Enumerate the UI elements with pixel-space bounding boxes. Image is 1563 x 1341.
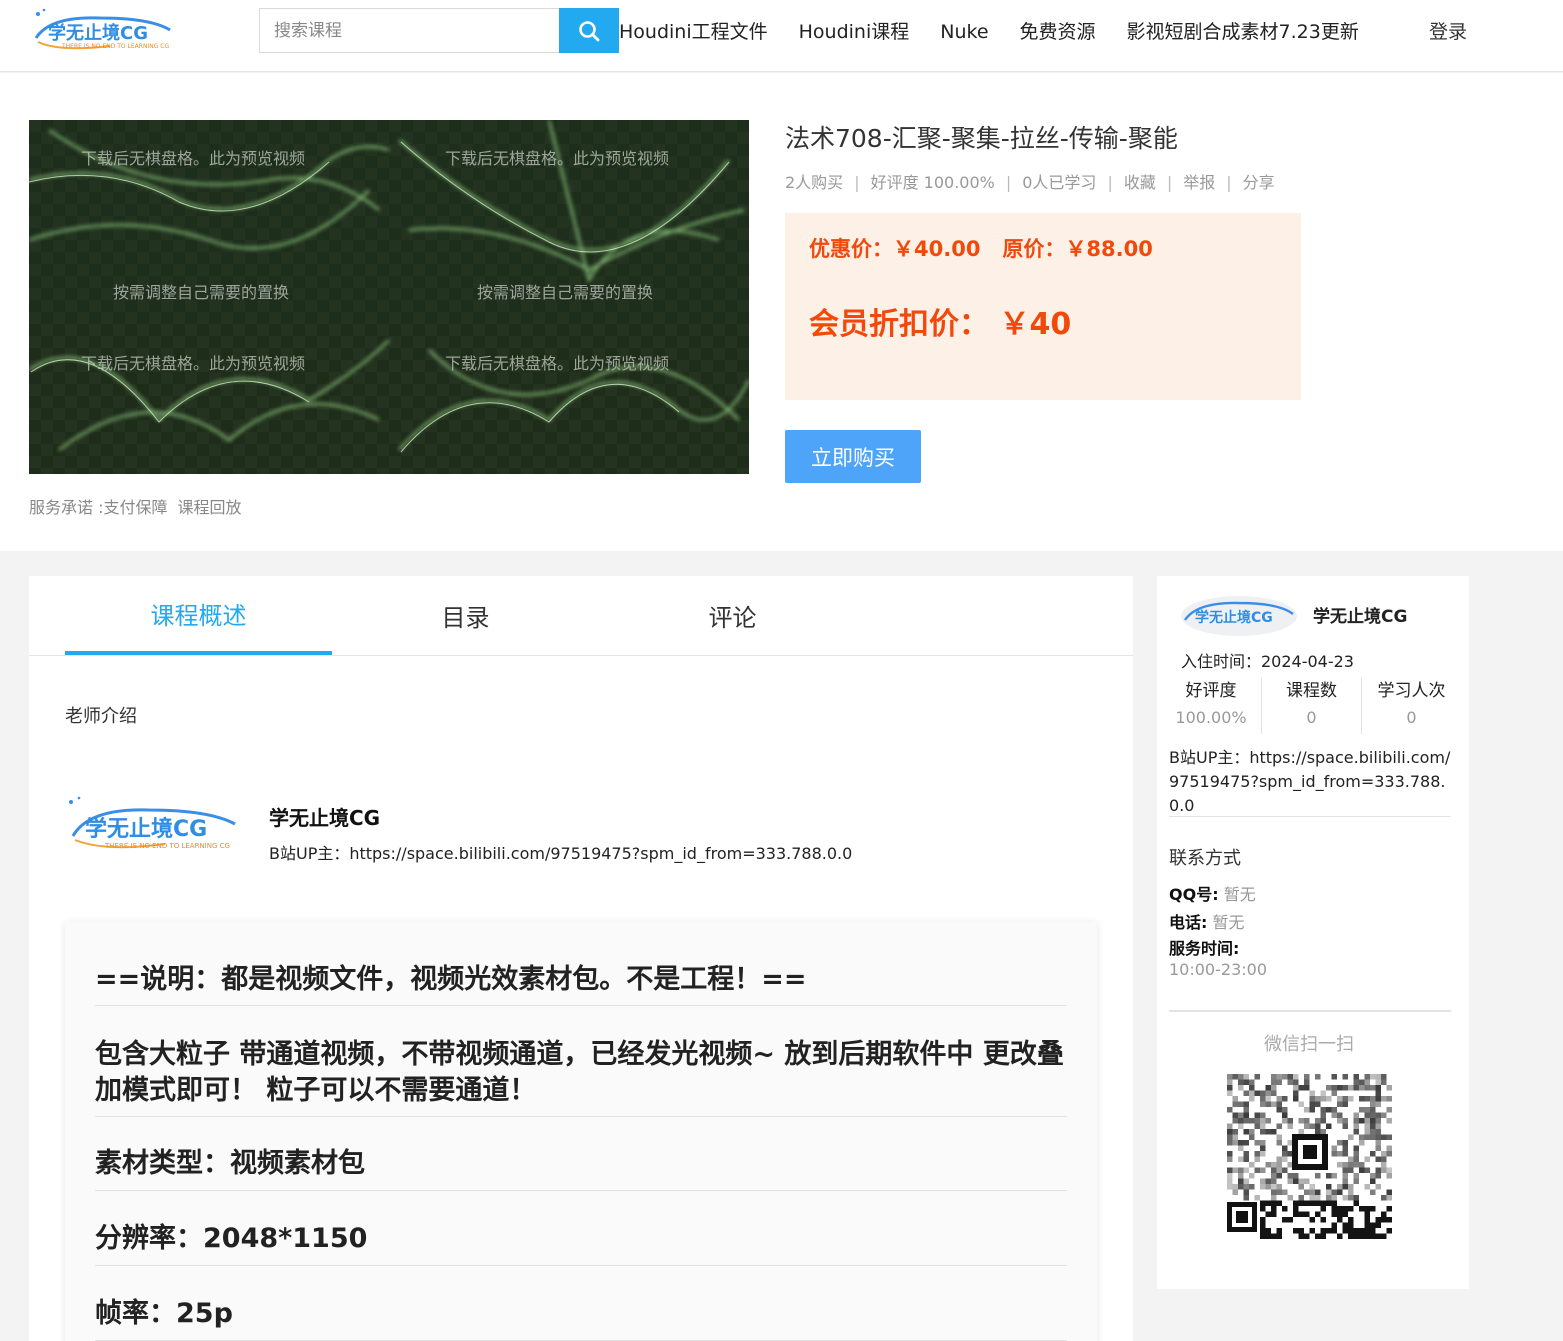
service-promise: 服务承诺 :支付保障 课程回放 bbox=[29, 494, 252, 518]
search-input[interactable] bbox=[259, 8, 559, 53]
course-summary: 下载后无棋盘格。此为预览视频 下载后无棋盘格。此为预览视频 下载后无棋盘格。此为… bbox=[0, 73, 1563, 551]
desc-divider bbox=[95, 1005, 1067, 1006]
course-title: 法术708-汇聚-聚集-拉丝-传输-聚能 bbox=[785, 124, 1178, 153]
phone-value: 暂无 bbox=[1212, 913, 1245, 932]
desc-line-2: 包含大粒子 带通道视频，不带视频通道，已经发光视频~ 放到后期软件中 更改叠加模… bbox=[95, 1039, 1064, 1106]
favorite-link[interactable]: 收藏 bbox=[1124, 173, 1156, 192]
stat-course-count: 课程数 0 bbox=[1261, 678, 1361, 734]
teacher-logo-text: 学无止境CG bbox=[85, 816, 207, 842]
stat-value: 0 bbox=[1306, 708, 1317, 727]
desc-divider bbox=[95, 1265, 1067, 1266]
sidebar-teacher-desc: B站UP主：https://space.bilibili.com/9751947… bbox=[1169, 748, 1451, 815]
stat-label: 学习人次 bbox=[1377, 681, 1446, 701]
stat-value: 0 bbox=[1406, 708, 1417, 727]
teacher-avatar: 学无止境CG THERE IS NO END TO LEARNING CG bbox=[65, 796, 245, 856]
stat-value: 100.00% bbox=[1175, 708, 1247, 727]
desc-line-3: 素材类型：视频素材包 bbox=[95, 1148, 365, 1179]
member-price: 会员折扣价： ￥40 bbox=[809, 307, 1072, 342]
contact-phone: 电话: 暂无 bbox=[1169, 909, 1245, 933]
course-meta: 2人购买 | 好评度 100.00% | 0人已学习 | 收藏 | 举报 | 分享 bbox=[785, 173, 1275, 192]
preview-watermark-4: 下载后无棋盘格。此为预览视频 bbox=[445, 354, 669, 373]
preview-watermark-3: 下载后无棋盘格。此为预览视频 bbox=[81, 354, 305, 373]
teacher-logo-sub: THERE IS NO END TO LEARNING CG bbox=[104, 842, 230, 850]
service-value: 10:00-23:00 bbox=[1169, 960, 1267, 979]
teacher-section-label: 老师介绍 bbox=[65, 706, 137, 727]
stat-rating: 好评度 100.00% bbox=[1161, 678, 1261, 734]
nav-free-resources[interactable]: 免费资源 bbox=[1020, 18, 1096, 46]
price-box: 优惠价：￥40.00 原价：￥88.00 会员折扣价： ￥40 bbox=[785, 213, 1301, 400]
contact-service: 服务时间: bbox=[1169, 935, 1239, 959]
main-nav: Houdini工程文件 Houdini课程 Nuke 免费资源 影视短剧合成素材… bbox=[619, 18, 1390, 46]
preview-graphic: 下载后无棋盘格。此为预览视频 下载后无棋盘格。此为预览视频 下载后无棋盘格。此为… bbox=[29, 120, 749, 474]
tab-overview[interactable]: 课程概述 bbox=[65, 576, 332, 655]
stat-learners: 学习人次 0 bbox=[1361, 678, 1461, 734]
qq-label: QQ号: bbox=[1169, 885, 1219, 904]
qq-value: 暂无 bbox=[1223, 885, 1256, 904]
contact-title: 联系方式 bbox=[1169, 848, 1241, 869]
sidebar-logo-text: 学无止境CG bbox=[1195, 609, 1273, 626]
wechat-label: 微信扫一扫 bbox=[1264, 1034, 1354, 1055]
learners-count: 0人已学习 bbox=[1022, 173, 1097, 192]
preview-watermark-2: 下载后无棋盘格。此为预览视频 bbox=[445, 149, 669, 168]
course-detail-panel: 课程概述 目录 评论 老师介绍 学无止境CG THERE IS NO END T… bbox=[29, 576, 1133, 1341]
nav-houdini-files[interactable]: Houdini工程文件 bbox=[619, 18, 768, 46]
nav-houdini-courses[interactable]: Houdini课程 bbox=[799, 18, 910, 46]
desc-divider bbox=[95, 1116, 1067, 1117]
login-link[interactable]: 登录 bbox=[1429, 18, 1467, 46]
detail-tabs: 课程概述 目录 评论 bbox=[29, 576, 1133, 656]
sale-price: 优惠价：￥40.00 bbox=[809, 237, 981, 261]
course-preview-image[interactable]: 下载后无棋盘格。此为预览视频 下载后无棋盘格。此为预览视频 下载后无棋盘格。此为… bbox=[29, 120, 749, 474]
promise-label: 服务承诺 :支付保障 bbox=[29, 498, 168, 517]
phone-label: 电话: bbox=[1169, 913, 1208, 932]
teacher-desc: B站UP主：https://space.bilibili.com/9751947… bbox=[269, 844, 853, 863]
logo-sub: THERE IS NO END TO LEARNING CG bbox=[61, 43, 169, 50]
contact-qq: QQ号: 暂无 bbox=[1169, 881, 1256, 905]
sidebar-logo-graphic: 学无止境CG bbox=[1181, 596, 1297, 636]
report-link[interactable]: 举报 bbox=[1183, 173, 1215, 192]
sidebar-divider bbox=[1169, 816, 1451, 817]
site-header: 学无止境CG THERE IS NO END TO LEARNING CG Ho… bbox=[0, 0, 1563, 72]
original-price: 原价：￥88.00 bbox=[1002, 237, 1153, 261]
service-label: 服务时间: bbox=[1169, 939, 1240, 958]
nav-nuke[interactable]: Nuke bbox=[940, 18, 988, 46]
logo-text: 学无止境CG bbox=[48, 22, 148, 44]
preview-watermark-1: 下载后无棋盘格。此为预览视频 bbox=[81, 149, 305, 168]
preview-caption-2: 按需调整自己需要的置换 bbox=[477, 283, 653, 302]
rating: 好评度 100.00% bbox=[870, 173, 995, 192]
price-line: 优惠价：￥40.00 原价：￥88.00 bbox=[809, 233, 1153, 263]
logo-graphic: 学无止境CG THERE IS NO END TO LEARNING CG bbox=[34, 8, 171, 50]
qr-code-graphic bbox=[1227, 1074, 1392, 1239]
teacher-logo-graphic: 学无止境CG THERE IS NO END TO LEARNING CG bbox=[69, 796, 236, 850]
description-card: ==说明：都是视频文件，视频光效素材包。不是工程！== 包含大粒子 带通道视频，… bbox=[65, 922, 1097, 1341]
desc-line-1: ==说明：都是视频文件，视频光效素材包。不是工程！== bbox=[95, 964, 807, 995]
buy-now-button[interactable]: 立即购买 bbox=[785, 430, 921, 483]
sidebar-teacher-name: 学无止境CG bbox=[1313, 607, 1408, 627]
nav-vfx-materials[interactable]: 影视短剧合成素材7.23更新 bbox=[1127, 18, 1359, 46]
stat-label: 课程数 bbox=[1286, 681, 1337, 701]
sidebar-avatar[interactable]: 学无止境CG bbox=[1179, 590, 1299, 638]
buyers-count: 2人购买 bbox=[785, 173, 844, 192]
search-button[interactable] bbox=[559, 8, 619, 53]
tab-comments[interactable]: 评论 bbox=[599, 576, 866, 655]
desc-line-4: 分辨率：2048*1150 bbox=[95, 1223, 368, 1254]
promise-replay: 课程回放 bbox=[177, 498, 242, 517]
teacher-name: 学无止境CG bbox=[269, 806, 381, 830]
search-bar bbox=[259, 8, 619, 53]
wechat-qr-code bbox=[1227, 1074, 1392, 1239]
desc-divider bbox=[95, 1190, 1067, 1191]
join-date: 入住时间：2024-04-23 bbox=[1181, 652, 1354, 671]
teacher-sidebar: 学无止境CG 学无止境CG 入住时间：2024-04-23 好评度 100.00… bbox=[1157, 576, 1469, 1289]
teacher-stats: 好评度 100.00% 课程数 0 学习人次 0 bbox=[1161, 678, 1461, 734]
site-logo[interactable]: 学无止境CG THERE IS NO END TO LEARNING CG bbox=[30, 6, 180, 56]
preview-caption-1: 按需调整自己需要的置换 bbox=[113, 283, 289, 302]
search-icon bbox=[579, 20, 600, 41]
stat-label: 好评度 bbox=[1185, 681, 1237, 701]
sidebar-divider bbox=[1169, 1010, 1451, 1012]
desc-line-5: 帧率：25p bbox=[95, 1298, 233, 1329]
share-link[interactable]: 分享 bbox=[1243, 173, 1275, 192]
tab-catalog[interactable]: 目录 bbox=[332, 576, 599, 655]
